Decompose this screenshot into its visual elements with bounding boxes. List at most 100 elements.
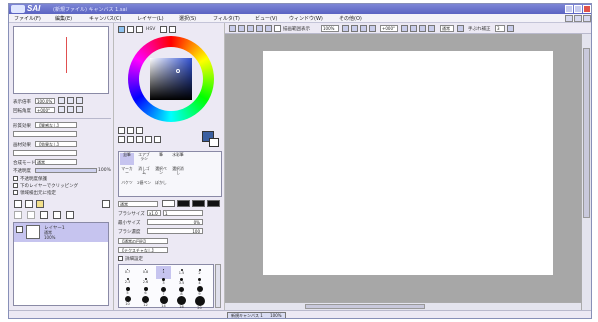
tool-blur[interactable]: ぼかし — [154, 181, 168, 193]
edge-preset-1[interactable] — [162, 200, 175, 207]
menu-other[interactable]: その他(O) — [339, 15, 362, 22]
canvas-zoom-out-button[interactable] — [342, 25, 349, 32]
clear-layer-icon[interactable] — [40, 211, 48, 219]
transfer-down-icon[interactable] — [14, 211, 22, 219]
blend-normal-select[interactable]: 通常 — [440, 25, 454, 32]
tool-brush[interactable]: 筆 — [154, 153, 168, 165]
doc-close-button[interactable] — [583, 15, 591, 22]
brush-size-preset[interactable]: 10 — [120, 296, 135, 309]
menu-view[interactable]: ビュー(V) — [255, 15, 277, 22]
canvas-angle-select[interactable]: +000° — [380, 25, 398, 32]
preserve-opacity-checkbox[interactable] — [13, 176, 18, 181]
menu-filter[interactable]: フィルタ(T) — [213, 15, 240, 22]
zoom-value[interactable]: 100.0% — [35, 98, 55, 104]
tool-select-pen[interactable]: 選択ペン — [154, 167, 168, 179]
doc-minimize-button[interactable] — [565, 15, 573, 22]
zoom-reset-button[interactable] — [76, 97, 83, 104]
horizontal-scroll-thumb[interactable] — [305, 304, 425, 309]
brush-presets-scrollbar[interactable] — [215, 264, 221, 308]
delete-layer-icon[interactable] — [102, 200, 110, 208]
brush-size-multiplier[interactable]: x1.0 — [147, 210, 161, 216]
scratchpad-toggle-icon[interactable] — [169, 26, 176, 33]
menu-select[interactable]: 選択(S) — [179, 15, 196, 22]
canvas-area[interactable] — [225, 34, 581, 310]
tool-airbrush[interactable]: エアブラシ — [137, 153, 151, 165]
new-layer-set-icon[interactable] — [25, 200, 33, 208]
menu-file[interactable]: ファイル(F) — [14, 15, 41, 22]
edge-preset-4[interactable] — [207, 200, 220, 207]
selection-source-checkbox[interactable] — [13, 190, 18, 195]
canvas-zoom-in-button[interactable] — [351, 25, 358, 32]
canvas-rotate-right-button[interactable] — [410, 25, 417, 32]
tool-marker[interactable]: マーカー — [120, 167, 134, 179]
zoom-tool-icon[interactable] — [127, 136, 134, 143]
close-button[interactable] — [583, 5, 591, 13]
eye-icon[interactable] — [16, 226, 23, 233]
eyedropper-icon[interactable] — [154, 136, 161, 143]
navigator-preview[interactable] — [13, 26, 109, 94]
tool-bucket[interactable]: バケツ — [120, 181, 134, 193]
brush-texture-select[interactable]: 【テクスチャなし】 — [118, 247, 168, 253]
saturation-value-square[interactable] — [150, 58, 192, 100]
zoom-in-button[interactable] — [67, 97, 74, 104]
edge-preset-3[interactable] — [192, 200, 205, 207]
tool-watercolor[interactable]: 水彩筆 — [171, 153, 185, 165]
invert-selection-icon[interactable] — [256, 25, 263, 32]
rgb-slider-toggle-icon[interactable] — [127, 26, 134, 33]
stabilizer-checkbox[interactable] — [274, 25, 281, 32]
menu-edit[interactable]: 編集(E) — [55, 15, 72, 22]
opacity-slider[interactable] — [35, 168, 97, 173]
canvas-actual-size-button[interactable] — [369, 25, 376, 32]
canvas-rotate-reset-button[interactable] — [419, 25, 426, 32]
edge-preset-2[interactable] — [177, 200, 190, 207]
vertical-scroll-thumb[interactable] — [583, 48, 590, 218]
stabilizer-level-select[interactable]: 3 — [495, 25, 505, 32]
rotate-reset-button[interactable] — [76, 106, 83, 113]
layer-options-icon[interactable] — [66, 211, 74, 219]
brush-density-slider[interactable]: 100 — [147, 228, 203, 234]
new-layer-icon[interactable] — [14, 200, 22, 208]
layer-row[interactable]: レイヤー1 通常 100% — [14, 223, 108, 242]
brush-effect-select[interactable]: 【質感なし】 — [35, 122, 77, 128]
clipping-checkbox[interactable] — [13, 183, 18, 188]
brush-shape-select[interactable]: 【通常の円形】 — [118, 238, 168, 244]
tool-pencil[interactable]: 鉛筆 — [120, 153, 134, 165]
hand-tool-icon[interactable] — [145, 136, 152, 143]
palette-toggle-icon[interactable] — [160, 26, 167, 33]
canvas-zoom-select[interactable]: 100% — [321, 25, 339, 32]
merge-down-icon[interactable] — [27, 211, 35, 219]
color-wheel-toggle-icon[interactable] — [118, 26, 125, 33]
rotate-tool-icon[interactable] — [136, 136, 143, 143]
doc-restore-button[interactable] — [574, 15, 582, 22]
brush-size-preset[interactable]: 12 — [138, 296, 153, 309]
rect-select-icon[interactable] — [118, 127, 125, 134]
flip-icon[interactable] — [247, 25, 254, 32]
lasso-icon[interactable] — [127, 127, 134, 134]
brush-size-preset[interactable]: 16 — [174, 296, 189, 309]
normal-mode-button[interactable] — [457, 25, 464, 32]
brush-size-preset[interactable]: 20 — [192, 296, 207, 310]
secondary-color-swatch[interactable] — [209, 138, 219, 147]
lock-layer-icon[interactable] — [53, 211, 61, 219]
menu-layer[interactable]: レイヤー(L) — [137, 15, 164, 22]
canvas-rotate-left-button[interactable] — [401, 25, 408, 32]
magic-wand-icon[interactable] — [136, 127, 143, 134]
canvas-flip-h-button[interactable] — [428, 25, 435, 32]
paper-effect-select[interactable]: 【効果なし】 — [35, 141, 77, 147]
detail-settings-checkbox[interactable] — [118, 256, 123, 261]
canvas-tab[interactable]: 新規キャンバス 1 100% — [227, 312, 286, 318]
zoom-out-button[interactable] — [58, 97, 65, 104]
view-select-icon[interactable] — [229, 25, 236, 32]
minimize-button[interactable] — [565, 5, 573, 13]
brush-size-preset[interactable]: 14 — [156, 296, 171, 309]
undo-icon[interactable] — [265, 25, 272, 32]
canvas-fit-button[interactable] — [360, 25, 367, 32]
vertical-scrollbar[interactable] — [581, 34, 591, 310]
angle-value[interactable]: +000° — [35, 107, 55, 113]
stabilizer-dropdown-button[interactable] — [507, 25, 514, 32]
tool-select-eraser[interactable]: 選択消し — [171, 167, 185, 179]
maximize-button[interactable] — [574, 5, 582, 13]
deselect-icon[interactable] — [238, 25, 245, 32]
rotate-left-button[interactable] — [58, 106, 65, 113]
brush-mode-select[interactable]: 通常 — [118, 201, 158, 207]
